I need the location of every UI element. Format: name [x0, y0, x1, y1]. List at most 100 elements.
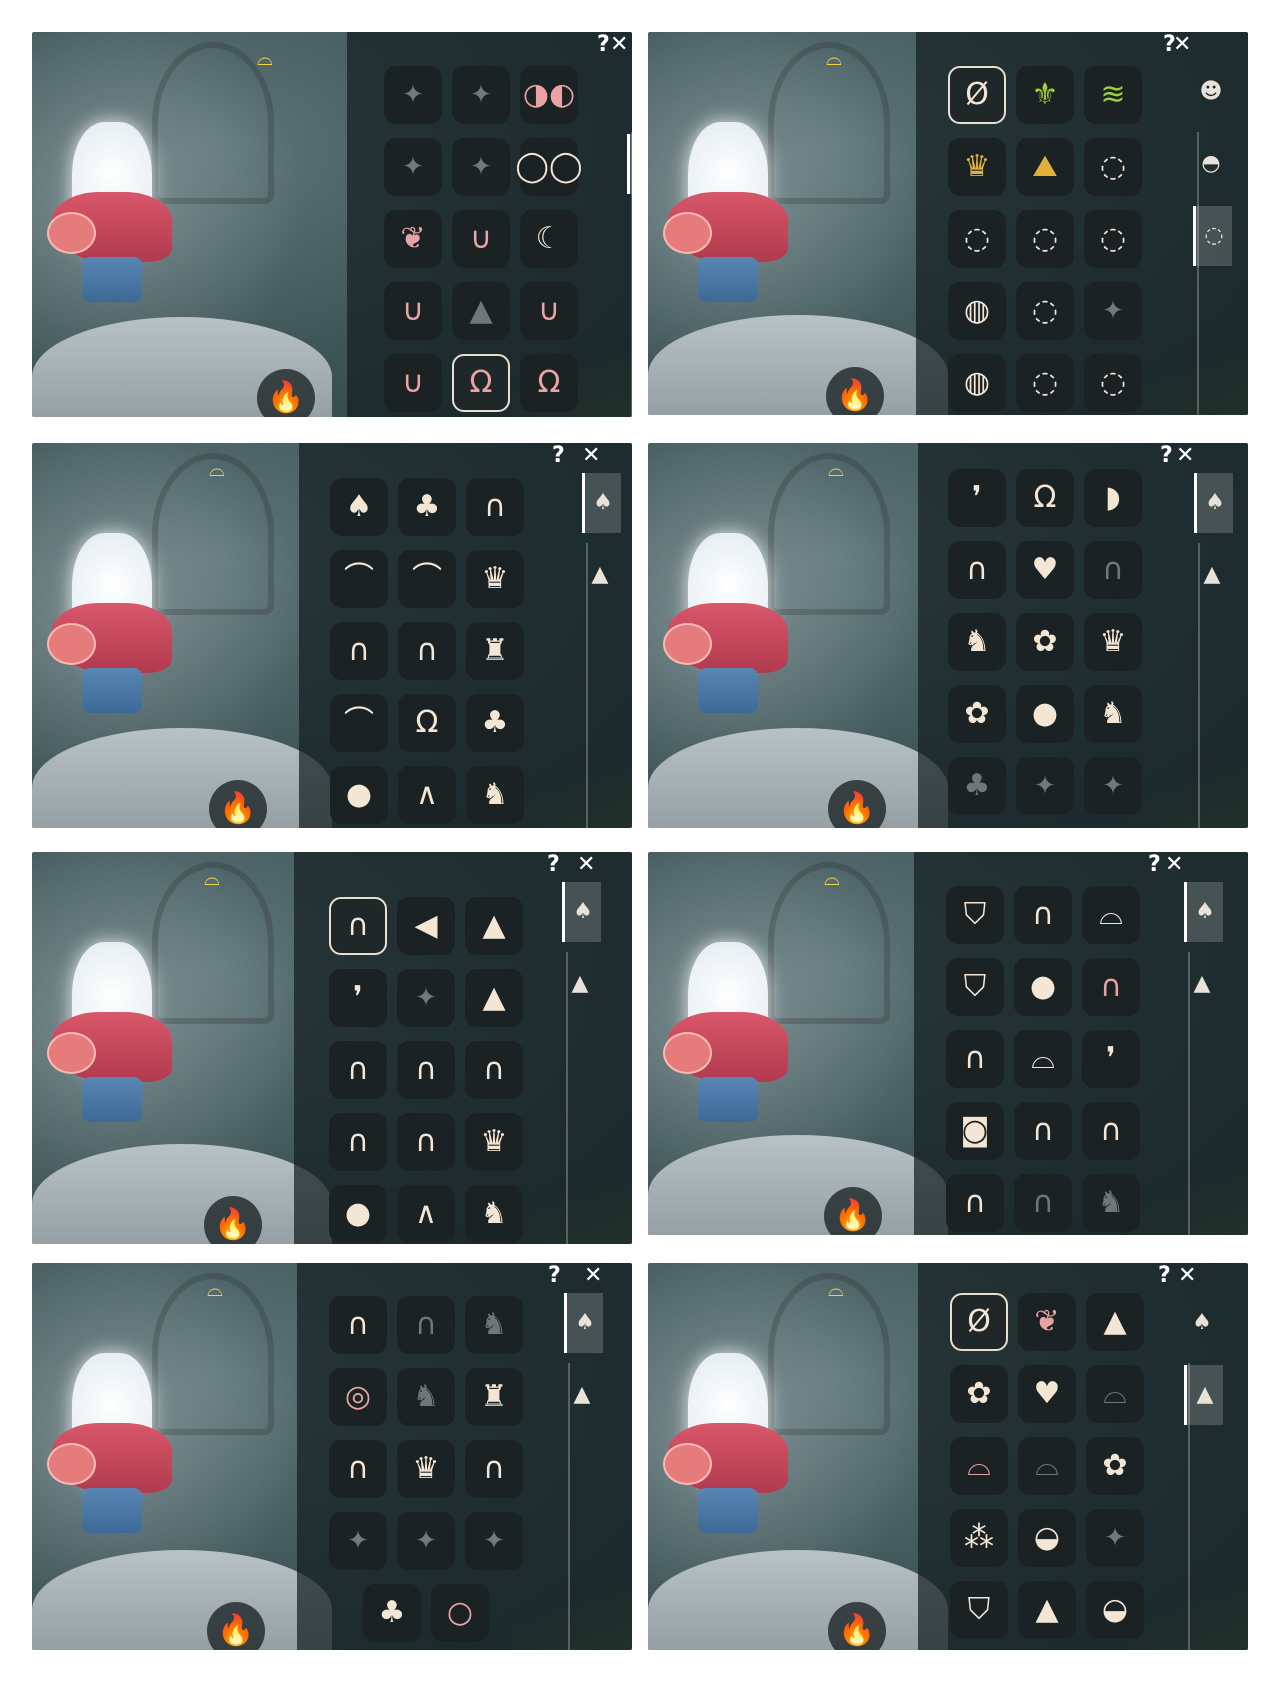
- pendant-necklace-icon[interactable]: ◌: [948, 210, 1006, 268]
- bow-icon[interactable]: ♥: [1018, 1365, 1076, 1423]
- hair-icon[interactable]: ◎: [329, 1368, 387, 1426]
- hair-icon[interactable]: ∩: [1014, 1102, 1072, 1160]
- hat-icon[interactable]: ⛉: [946, 886, 1004, 944]
- hair-icon[interactable]: ⌒: [398, 550, 456, 608]
- hair-icon[interactable]: ♞: [948, 613, 1006, 671]
- hair-icon[interactable]: Ω: [398, 694, 456, 752]
- hair-icon[interactable]: ⌒: [330, 694, 388, 752]
- knit-scarf-icon[interactable]: ◍: [948, 354, 1006, 412]
- hat-icon[interactable]: ⌓: [1086, 1365, 1144, 1423]
- hair-icon[interactable]: ♞: [465, 1296, 523, 1354]
- glasses-icon[interactable]: ◯◯: [515, 138, 583, 196]
- charm-necklace-icon[interactable]: ◌: [1084, 210, 1142, 268]
- headphones-icon[interactable]: Ω: [452, 354, 510, 412]
- mustache-icon[interactable]: ▲: [452, 282, 510, 340]
- empty-slot[interactable]: ✦: [1086, 1509, 1144, 1567]
- shell-necklace-icon[interactable]: ◌: [1016, 282, 1074, 340]
- bandana-icon[interactable]: ◒: [1086, 1581, 1144, 1639]
- tab-hat-icon[interactable]: ▲: [1194, 545, 1230, 605]
- close-button[interactable]: ✕: [1178, 1265, 1196, 1287]
- bead-necklace-icon[interactable]: ◌: [1084, 138, 1142, 196]
- mountain-icon[interactable]: ⛰: [1016, 138, 1074, 196]
- headphones-alt-icon[interactable]: Ω: [520, 354, 578, 412]
- tab-mask-icon[interactable]: ◓: [627, 134, 632, 194]
- empty-slot[interactable]: ✦: [397, 969, 455, 1027]
- hat-icon[interactable]: ⛉: [946, 958, 1004, 1016]
- tab-hair-icon[interactable]: ♠: [1184, 882, 1223, 942]
- party-hat-icon[interactable]: ▲: [1018, 1581, 1076, 1639]
- gold-collar-icon[interactable]: ♛: [948, 138, 1006, 196]
- close-button[interactable]: ✕: [577, 854, 595, 876]
- hair-icon[interactable]: ◗: [1084, 469, 1142, 527]
- hair-icon[interactable]: ◙: [946, 1102, 1004, 1160]
- scarf-icon[interactable]: ≋: [1084, 66, 1142, 124]
- hair-icon[interactable]: ●: [1016, 685, 1074, 743]
- hair-icon[interactable]: ♛: [1084, 613, 1142, 671]
- wrap-scarf-icon[interactable]: ◍: [948, 282, 1006, 340]
- hair-icon[interactable]: ∩: [1014, 1174, 1072, 1232]
- hair-icon[interactable]: ♠: [330, 478, 388, 536]
- hair-icon[interactable]: ❜: [1082, 1030, 1140, 1088]
- hair-icon[interactable]: ♞: [1084, 685, 1142, 743]
- hair-icon[interactable]: ❜: [948, 469, 1006, 527]
- hair-icon[interactable]: ∩: [946, 1174, 1004, 1232]
- help-button[interactable]: ?: [547, 854, 560, 876]
- hair-icon[interactable]: Ω: [1016, 469, 1074, 527]
- empty-slot[interactable]: ✦: [384, 66, 442, 124]
- hair-icon[interactable]: ⌒: [330, 550, 388, 608]
- bow-necklace-icon[interactable]: ◌: [1016, 354, 1074, 412]
- hair-icon[interactable]: ✿: [948, 685, 1006, 743]
- hair-icon[interactable]: ▲: [465, 969, 523, 1027]
- none-option-icon[interactable]: Ø: [950, 1293, 1008, 1351]
- hair-icon[interactable]: ∩: [397, 1296, 455, 1354]
- hat-icon[interactable]: ⛉: [950, 1581, 1008, 1639]
- hair-icon[interactable]: ∩: [397, 1041, 455, 1099]
- empty-slot[interactable]: ✦: [1084, 282, 1142, 340]
- shell-icon[interactable]: ◒: [1018, 1509, 1076, 1567]
- hair-icon[interactable]: ∩: [329, 1296, 387, 1354]
- hair-icon[interactable]: ∩: [1082, 1102, 1140, 1160]
- hair-icon[interactable]: ∩: [465, 1041, 523, 1099]
- tab-mask-icon[interactable]: ◓: [1193, 134, 1229, 194]
- hair-icon[interactable]: ∩: [329, 897, 387, 955]
- flower-crown-icon[interactable]: ⁂: [950, 1509, 1008, 1567]
- tab-hat-icon[interactable]: ▲: [582, 545, 618, 605]
- hair-icon[interactable]: ∩: [1084, 541, 1142, 599]
- help-button[interactable]: ?: [1160, 445, 1173, 467]
- hair-icon[interactable]: ●: [1014, 958, 1072, 1016]
- horns-icon[interactable]: ❦: [384, 210, 442, 268]
- hair-icon[interactable]: ∩: [466, 478, 524, 536]
- hair-icon[interactable]: ∩: [329, 1440, 387, 1498]
- hair-icon[interactable]: ∩: [465, 1440, 523, 1498]
- hair-icon[interactable]: ∩: [329, 1041, 387, 1099]
- help-button[interactable]: ?: [1158, 1265, 1171, 1287]
- close-button[interactable]: ✕: [1176, 445, 1194, 467]
- tab-face-icon[interactable]: ☻: [627, 62, 632, 122]
- hair-icon[interactable]: ∧: [398, 766, 456, 824]
- hair-icon[interactable]: ∩: [948, 541, 1006, 599]
- star-crown-icon[interactable]: ☾: [520, 210, 578, 268]
- hair-icon[interactable]: ♣: [466, 694, 524, 752]
- hair-icon[interactable]: ○: [431, 1584, 489, 1642]
- hair-icon[interactable]: ●: [330, 766, 388, 824]
- pink-glasses-icon[interactable]: ◑◐: [520, 66, 578, 124]
- hair-icon[interactable]: ♞: [1082, 1174, 1140, 1232]
- hair-icon[interactable]: ♣: [948, 757, 1006, 815]
- hair-icon[interactable]: ♞: [397, 1368, 455, 1426]
- hair-icon[interactable]: ♣: [363, 1584, 421, 1642]
- hat-icon[interactable]: ⌓: [950, 1437, 1008, 1495]
- none-option-icon[interactable]: Ø: [948, 66, 1006, 124]
- hair-icon[interactable]: ♛: [397, 1440, 455, 1498]
- hair-icon[interactable]: ∩: [329, 1113, 387, 1171]
- hair-icon[interactable]: ♞: [465, 1185, 523, 1243]
- tab-necklace-icon[interactable]: ◌: [1193, 206, 1232, 266]
- hair-icon[interactable]: ♣: [398, 478, 456, 536]
- hat-icon[interactable]: ⌓: [1082, 886, 1140, 944]
- empty-slot[interactable]: ✦: [1084, 757, 1142, 815]
- earring-icon[interactable]: ∪: [452, 210, 510, 268]
- empty-slot[interactable]: ✦: [384, 138, 442, 196]
- hair-icon[interactable]: ∧: [397, 1185, 455, 1243]
- flower-icon[interactable]: ✿: [1086, 1437, 1144, 1495]
- hair-icon[interactable]: ▲: [465, 897, 523, 955]
- empty-slot[interactable]: ✦: [1016, 757, 1074, 815]
